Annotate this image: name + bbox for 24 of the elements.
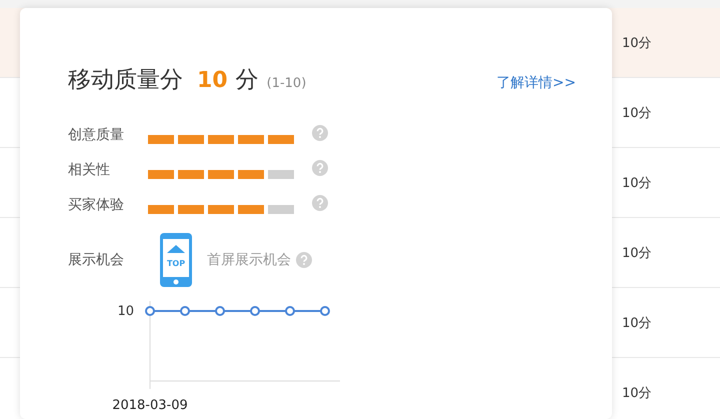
score-unit: 分: [236, 66, 259, 95]
score-cell-text: 10分: [622, 174, 652, 192]
score-range: (1-10): [266, 76, 306, 91]
x-axis-label: 2018-03-09: [112, 398, 188, 413]
metric-label: 买家体验: [68, 196, 125, 214]
score-cell-text: 10分: [622, 314, 652, 332]
metric-label: 相关性: [68, 161, 111, 179]
exposure-value: 首屏展示机会: [207, 251, 291, 269]
exposure-label: 展示机会: [68, 251, 125, 269]
score-cell-text: 10分: [622, 384, 652, 402]
help-icon[interactable]: [312, 125, 328, 141]
score-value: 10: [197, 68, 228, 93]
details-link[interactable]: 了解详情>>: [496, 74, 576, 92]
popup-title: 移动质量分: [68, 66, 183, 95]
help-icon[interactable]: [312, 160, 328, 176]
phone-icon: [160, 233, 192, 287]
metric-label: 创意质量: [68, 126, 125, 144]
help-icon[interactable]: [296, 252, 312, 268]
help-icon[interactable]: [312, 195, 328, 211]
score-cell-text: 10分: [622, 34, 652, 52]
y-axis-label: 10: [117, 304, 134, 319]
score-cell-text: 10分: [622, 244, 652, 262]
score-cell-text: 10分: [622, 104, 652, 122]
top-label: TOP: [166, 259, 186, 268]
